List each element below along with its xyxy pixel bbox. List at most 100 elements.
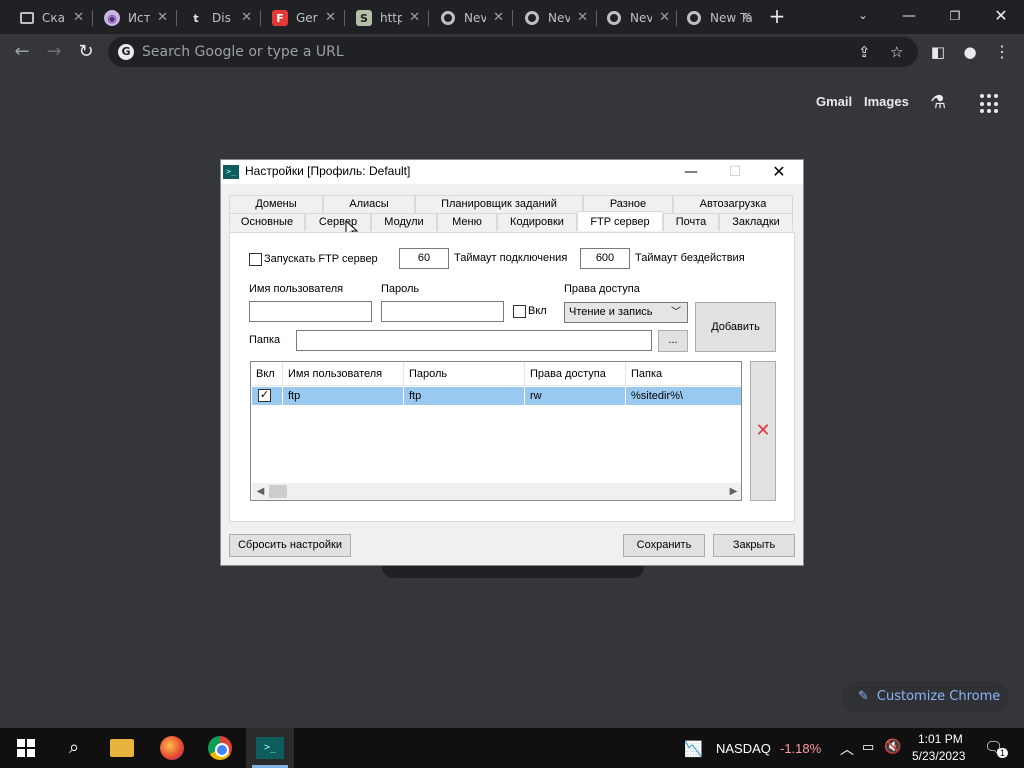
tab-search-icon[interactable]: ⌄ [840,2,886,30]
close-tab-icon[interactable]: ✕ [409,10,420,25]
idle-timeout-input[interactable]: 600 [580,248,630,269]
tab-autostart[interactable]: Автозагрузка [673,195,793,213]
back-icon[interactable]: ← [12,42,32,62]
add-user-button[interactable]: Добавить [695,302,776,352]
stock-name[interactable]: NASDAQ [716,741,771,756]
row-username-cell[interactable]: ftp [283,387,404,405]
enabled-checkbox[interactable] [513,305,526,318]
username-input[interactable] [249,301,372,322]
row-folder-cell[interactable]: %sitedir%\ [626,387,741,405]
windows-start-icon[interactable] [14,736,38,760]
column-header-rights[interactable]: Права доступа [525,362,626,386]
close-tab-icon[interactable]: ✕ [741,10,752,25]
close-tab-icon[interactable]: ✕ [73,10,84,25]
labs-flask-icon[interactable]: ⚗ [930,92,946,113]
network-icon[interactable]: ▭ [862,739,874,755]
browser-tab[interactable]: Nev ✕ [514,4,594,32]
rights-dropdown[interactable]: Чтение и запись ﹀ [564,302,688,323]
apps-grid-icon[interactable] [980,94,1000,114]
browser-tab[interactable]: F Ger ✕ [262,4,342,32]
column-header-password[interactable]: Пароль [404,362,525,386]
omnibox[interactable]: G Search Google or type a URL ⇪ ☆ [108,37,918,67]
customize-chrome-button[interactable]: ✎ Customize Chrome [842,681,1008,713]
tab-server[interactable]: Сервер [305,213,371,231]
row-enabled-cell[interactable]: ✓ [252,387,283,405]
close-tab-icon[interactable]: ✕ [325,10,336,25]
reset-settings-button[interactable]: Сбросить настройки [229,534,351,557]
tab-modules[interactable]: Модули [371,213,437,231]
table-row[interactable]: ✓ ftp ftp rw %sitedir%\ [252,387,741,405]
tab-ftp-server[interactable]: FTP сервер [577,211,663,231]
tab-menu[interactable]: Меню [437,213,497,231]
terminal-app-icon[interactable]: >_ [256,737,284,759]
tab-general[interactable]: Основные [229,213,305,231]
horizontal-scrollbar[interactable]: ◀ ▶ [252,483,741,500]
forward-icon[interactable]: → [44,42,64,62]
save-button[interactable]: Сохранить [623,534,705,557]
stock-chart-icon[interactable]: 📉 [684,740,703,758]
close-tab-icon[interactable]: ✕ [157,10,168,25]
column-header-username[interactable]: Имя пользователя [283,362,404,386]
browser-tab[interactable]: Nev ✕ [596,4,676,32]
chrome-icon[interactable] [208,736,232,760]
file-explorer-icon[interactable] [110,739,134,757]
scroll-left-icon[interactable]: ◀ [252,483,269,500]
browser-tab-active[interactable]: New Tal ✕ [676,4,758,32]
share-icon[interactable]: ⇪ [858,43,871,61]
side-panel-icon[interactable]: ◧ [928,42,948,62]
stock-change[interactable]: -1.18% [780,741,821,756]
search-icon[interactable]: ⌕ [62,736,86,760]
column-header-folder[interactable]: Папка [626,362,741,386]
dialog-titlebar[interactable]: >_ Настройки [Профиль: Default] — ☐ ✕ [221,160,803,184]
row-password-cell[interactable]: ftp [404,387,525,405]
clock-date[interactable]: 5/23/2023 [912,749,965,763]
close-tab-icon[interactable]: ✕ [241,10,252,25]
minimize-button[interactable]: — [886,2,932,30]
scrollbar-thumb[interactable] [269,485,287,498]
close-tab-icon[interactable]: ✕ [493,10,504,25]
delete-user-button[interactable]: ✕ [750,361,776,501]
scroll-right-icon[interactable]: ▶ [725,483,741,500]
tab-domains[interactable]: Домены [229,195,323,213]
start-ftp-checkbox[interactable] [249,253,262,266]
dialog-maximize-button[interactable]: ☐ [713,162,757,182]
tab-title: Nev [630,11,652,25]
browser-tab[interactable]: S http ✕ [346,4,426,32]
browser-tab[interactable]: t Dis ✕ [178,4,258,32]
tab-title: Nev [464,11,486,25]
images-link[interactable]: Images [864,94,909,109]
close-button[interactable]: Закрыть [713,534,795,557]
menu-kebab-icon[interactable]: ⋮ [992,42,1012,62]
bookmark-star-icon[interactable]: ☆ [890,43,903,61]
browse-folder-button[interactable]: ... [658,330,688,352]
firefox-icon[interactable] [160,736,184,760]
new-tab-button[interactable]: + [766,6,788,28]
tab-aliases[interactable]: Алиасы [323,195,415,213]
restore-button[interactable]: ❐ [932,2,978,30]
close-tab-icon[interactable]: ✕ [659,10,670,25]
browser-tab[interactable]: Nev ✕ [430,4,510,32]
volume-muted-icon[interactable]: 🔇 [884,738,901,755]
browser-tab[interactable]: ◉ Ист ✕ [94,4,174,32]
chevron-up-icon[interactable]: ︿ [840,739,854,759]
clock-time[interactable]: 1:01 PM [918,732,963,746]
gmail-link[interactable]: Gmail [816,94,852,109]
close-window-button[interactable]: ✕ [978,2,1024,30]
folder-label: Папка [249,334,281,346]
close-tab-icon[interactable]: ✕ [577,10,588,25]
dialog-minimize-button[interactable]: — [669,162,713,182]
row-enabled-checkbox[interactable]: ✓ [258,389,271,402]
profile-icon[interactable]: ● [960,42,980,62]
dialog-close-button[interactable]: ✕ [757,162,801,182]
password-input[interactable] [381,301,504,322]
tab-bookmarks[interactable]: Закладки [719,213,793,231]
column-header-enabled[interactable]: Вкл [251,362,283,386]
row-rights-cell[interactable]: rw [525,387,626,405]
tab-mail[interactable]: Почта [663,213,719,231]
folder-input[interactable] [296,330,652,351]
reload-icon[interactable]: ↻ [76,42,96,62]
tab-scheduler[interactable]: Планировщик заданий [415,195,583,213]
browser-tab[interactable]: Ска ✕ [10,4,90,32]
connection-timeout-input[interactable]: 60 [399,248,449,269]
tab-encodings[interactable]: Кодировки [497,213,577,231]
